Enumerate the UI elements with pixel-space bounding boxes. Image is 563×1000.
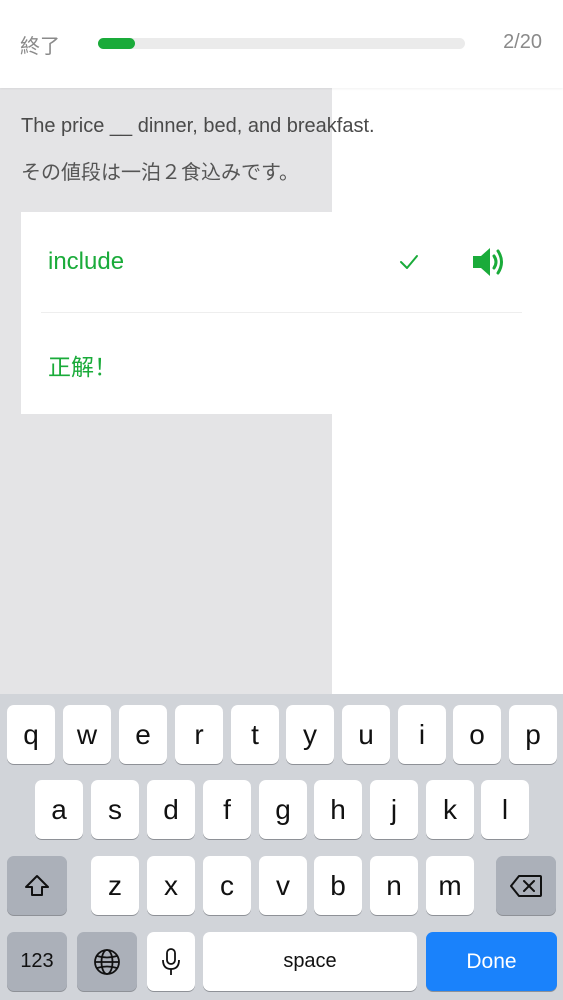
key-f[interactable]: f — [203, 780, 251, 839]
keyboard: q w e r t y u i o p a s d f g h j k l z … — [0, 694, 563, 1000]
key-c[interactable]: c — [203, 856, 251, 915]
checkmark-icon — [400, 255, 418, 269]
key-s[interactable]: s — [91, 780, 139, 839]
key-h[interactable]: h — [314, 780, 362, 839]
microphone-icon — [162, 947, 180, 975]
key-g[interactable]: g — [259, 780, 307, 839]
key-i[interactable]: i — [398, 705, 446, 764]
key-l[interactable]: l — [481, 780, 529, 839]
key-r[interactable]: r — [175, 705, 223, 764]
header-bar: 終了 2/20 — [0, 0, 563, 88]
key-q[interactable]: q — [7, 705, 55, 764]
backspace-icon — [510, 874, 542, 897]
question-sentence-en: The price __ dinner, bed, and breakfast. — [21, 115, 375, 137]
answer-feedback: 正解！ — [48, 355, 117, 381]
key-j[interactable]: j — [370, 780, 418, 839]
progress-fill — [98, 38, 135, 49]
progress-bar — [98, 38, 465, 49]
progress-count: 2/20 — [503, 31, 542, 53]
key-t[interactable]: t — [231, 705, 279, 764]
key-y[interactable]: y — [286, 705, 334, 764]
speaker-icon[interactable] — [471, 244, 507, 280]
globe-icon — [94, 948, 120, 975]
key-u[interactable]: u — [342, 705, 390, 764]
key-w[interactable]: w — [63, 705, 111, 764]
shift-key[interactable] — [7, 856, 67, 915]
done-key[interactable]: Done — [426, 932, 557, 991]
globe-key[interactable] — [77, 932, 137, 991]
space-key[interactable]: space — [203, 932, 417, 991]
backspace-key[interactable] — [496, 856, 556, 915]
card-divider — [41, 312, 522, 313]
key-e[interactable]: e — [119, 705, 167, 764]
key-x[interactable]: x — [147, 856, 195, 915]
key-z[interactable]: z — [91, 856, 139, 915]
key-v[interactable]: v — [259, 856, 307, 915]
key-b[interactable]: b — [314, 856, 362, 915]
key-a[interactable]: a — [35, 780, 83, 839]
key-d[interactable]: d — [147, 780, 195, 839]
key-o[interactable]: o — [453, 705, 501, 764]
answer-card: include 正解！ — [21, 212, 542, 414]
key-k[interactable]: k — [426, 780, 474, 839]
quit-button[interactable]: 終了 — [20, 30, 60, 59]
key-m[interactable]: m — [426, 856, 474, 915]
key-n[interactable]: n — [370, 856, 418, 915]
answer-word: include — [48, 248, 125, 275]
numbers-key[interactable]: 123 — [7, 932, 67, 991]
question-area: The price __ dinner, bed, and breakfast.… — [0, 88, 563, 694]
shift-icon — [25, 874, 49, 896]
question-sentence-ja: その値段は一泊２食込みです。 — [21, 160, 299, 184]
key-p[interactable]: p — [509, 705, 557, 764]
microphone-key[interactable] — [147, 932, 195, 991]
